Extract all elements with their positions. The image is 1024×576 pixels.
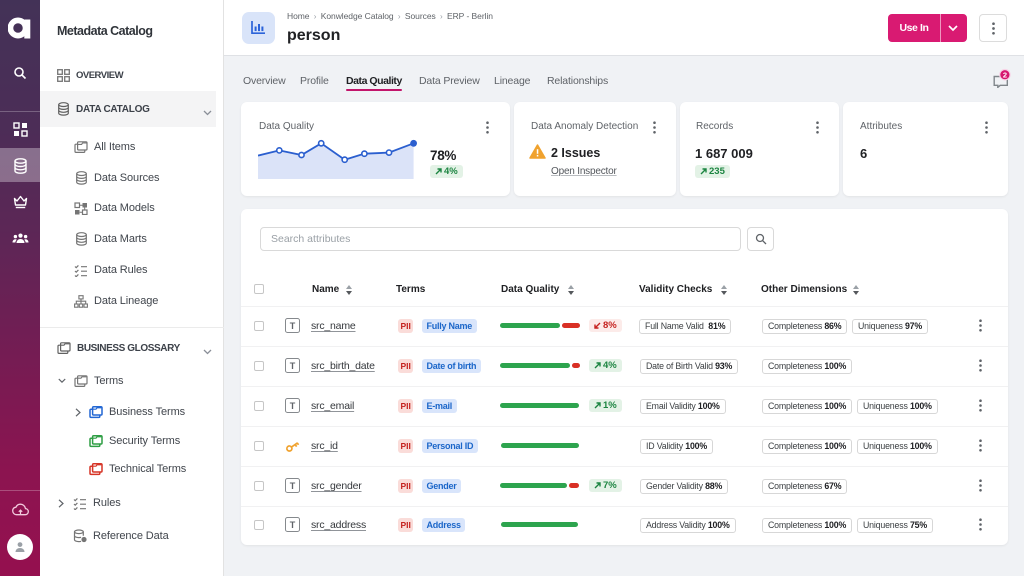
svg-text:2: 2 xyxy=(1003,70,1007,79)
